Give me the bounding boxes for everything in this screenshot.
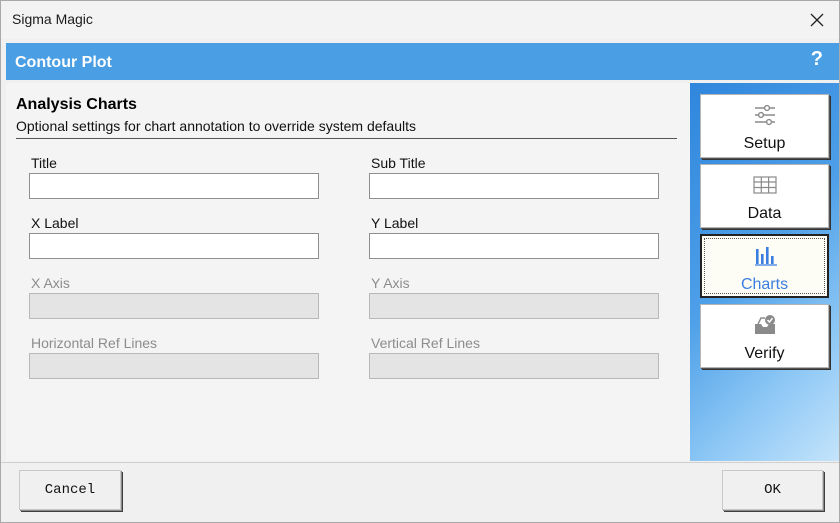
window-title: Sigma Magic [12, 11, 93, 27]
sidebar: Setup Data Charts Verify [690, 83, 839, 461]
y-axis-label: Y Axis [371, 275, 410, 291]
help-icon[interactable]: ? [811, 48, 823, 71]
title-label: Title [31, 155, 57, 171]
title-bar: Sigma Magic [1, 1, 839, 39]
y-axis-input [369, 293, 659, 319]
horizontal-ref-lines-label: Horizontal Ref Lines [31, 335, 158, 351]
section-title: Analysis Charts [16, 96, 137, 113]
sidebar-item-charts[interactable]: Charts [700, 234, 829, 298]
header-title: Contour Plot [15, 54, 112, 71]
sidebar-item-verify[interactable]: Verify [700, 304, 829, 368]
x-axis-input [29, 293, 319, 319]
vertical-ref-lines-input [369, 353, 659, 379]
dialog-header: Contour Plot ? [6, 43, 839, 80]
vertical-ref-lines-label: Vertical Ref Lines [371, 335, 480, 351]
sidebar-item-data[interactable]: Data [700, 164, 829, 228]
sub-title-label: Sub Title [371, 155, 426, 171]
sidebar-item-label: Setup [743, 135, 786, 152]
section-description: Optional settings for chart annotation t… [16, 118, 416, 134]
ok-button[interactable]: OK [722, 470, 823, 510]
sliders-icon [753, 104, 777, 126]
x-label-input[interactable] [29, 233, 319, 259]
cancel-button[interactable]: Cancel [19, 470, 121, 510]
table-icon [753, 174, 777, 196]
close-icon [810, 13, 824, 27]
close-button[interactable] [795, 1, 839, 39]
section-divider [16, 138, 677, 139]
footer-divider [1, 462, 839, 463]
sidebar-item-label: Verify [744, 345, 785, 362]
sidebar-item-label: Charts [740, 276, 789, 293]
horizontal-ref-lines-input [29, 353, 319, 379]
x-axis-label: X Axis [31, 275, 70, 291]
sidebar-item-setup[interactable]: Setup [700, 94, 829, 158]
sub-title-input[interactable] [369, 173, 659, 199]
verify-icon [753, 314, 777, 336]
x-label-label: X Label [31, 215, 79, 231]
main-panel: Analysis Charts Optional settings for ch… [6, 83, 690, 461]
y-label-input[interactable] [369, 233, 659, 259]
sidebar-item-label: Data [747, 205, 782, 222]
title-input[interactable] [29, 173, 319, 199]
bar-chart-icon [754, 245, 778, 267]
y-label-label: Y Label [371, 215, 419, 231]
dialog-window: Sigma Magic Contour Plot ? Analysis Char… [0, 0, 840, 523]
